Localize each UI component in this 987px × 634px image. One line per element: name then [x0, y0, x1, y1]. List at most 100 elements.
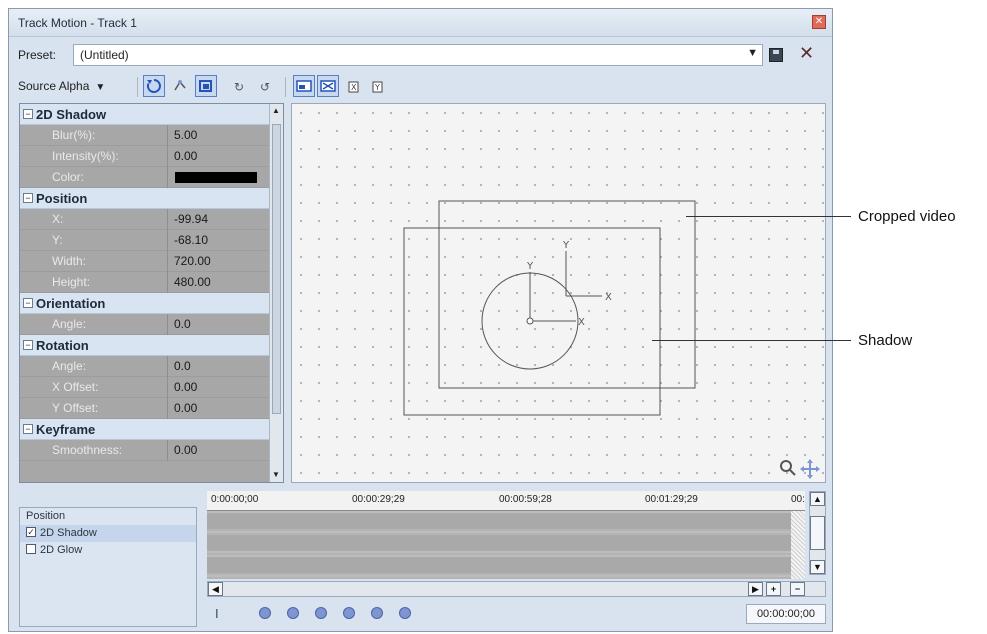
- pan-icon[interactable]: [800, 459, 820, 479]
- zoom-in-icon[interactable]: +: [766, 582, 781, 596]
- scale-about-center-button[interactable]: [317, 75, 339, 97]
- collapse-icon[interactable]: −: [23, 109, 33, 119]
- collapse-icon[interactable]: −: [23, 340, 33, 350]
- keyframe-lane[interactable]: [207, 557, 792, 573]
- color-value[interactable]: [167, 167, 272, 188]
- scroll-up-icon[interactable]: ▲: [810, 492, 825, 506]
- zoom-out-icon[interactable]: −: [790, 582, 805, 596]
- property-row[interactable]: Smoothness: 0.00: [20, 440, 283, 461]
- keyframe-controls: I 00:00:00;00: [207, 601, 826, 625]
- preset-dropdown[interactable]: (Untitled) ▼: [73, 44, 763, 66]
- toolbar: Source Alpha ▼ ↻ ↺ X Y: [9, 71, 832, 101]
- width-value[interactable]: 720.00: [167, 251, 272, 272]
- cropped-video-frame[interactable]: [438, 200, 696, 389]
- blur-value[interactable]: 5.00: [167, 125, 272, 146]
- keyframe-lane[interactable]: [207, 513, 792, 529]
- track-item-position[interactable]: Position: [20, 508, 196, 525]
- svg-text:Y: Y: [374, 83, 380, 92]
- chevron-down-icon[interactable]: ▼: [747, 47, 758, 59]
- scroll-down-icon[interactable]: ▼: [810, 560, 825, 574]
- rotate-mode-button[interactable]: [143, 75, 165, 97]
- axis-x-label-inner: X: [578, 317, 585, 328]
- preset-value: (Untitled): [80, 48, 129, 62]
- group-2d-shadow[interactable]: −2D Shadow: [20, 104, 283, 125]
- group-header-label: Position: [36, 191, 88, 206]
- collapse-icon[interactable]: −: [23, 298, 33, 308]
- x-offset-value[interactable]: 0.00: [167, 377, 272, 398]
- motion-canvas[interactable]: Y X Y X: [291, 103, 826, 483]
- property-row[interactable]: Y: -68.10: [20, 230, 283, 251]
- property-row[interactable]: Intensity(%): 0.00: [20, 146, 283, 167]
- anchor-point[interactable]: [526, 317, 534, 325]
- y-offset-value[interactable]: 0.00: [167, 398, 272, 419]
- property-label: Height:: [52, 275, 91, 289]
- rotation-angle-value[interactable]: 0.0: [167, 356, 272, 377]
- scroll-down-icon[interactable]: ▼: [272, 470, 280, 479]
- track-checkbox[interactable]: ✓: [26, 527, 36, 538]
- time-ruler[interactable]: 0:00:00;00 00:00:29;29 00:00:59;28 00:01…: [207, 491, 805, 511]
- sync-cursor-icon[interactable]: I: [215, 606, 219, 621]
- zoom-icon[interactable]: [780, 460, 796, 476]
- track-item-2d-shadow[interactable]: ✓ 2D Shadow: [20, 525, 196, 542]
- y-value[interactable]: -68.10: [167, 230, 272, 251]
- prevent-movement-y-button[interactable]: Y: [367, 75, 389, 97]
- previous-keyframe-button[interactable]: [287, 607, 299, 619]
- property-row[interactable]: Height: 480.00: [20, 272, 283, 293]
- scroll-left-icon[interactable]: ◀: [208, 582, 223, 596]
- group-rotation[interactable]: − Rotation: [20, 335, 283, 356]
- property-row[interactable]: Color:: [20, 167, 283, 188]
- save-preset-icon[interactable]: [769, 48, 783, 62]
- group-header-label: Orientation: [36, 296, 106, 311]
- track-checkbox[interactable]: [26, 544, 36, 555]
- callout-shadow: Shadow: [858, 332, 913, 349]
- property-row[interactable]: Angle: 0.0: [20, 356, 283, 377]
- timecode-display[interactable]: 00:00:00;00: [746, 604, 826, 624]
- x-value[interactable]: -99.94: [167, 209, 272, 230]
- collapse-icon[interactable]: −: [23, 193, 33, 203]
- keyframe-lane[interactable]: [207, 535, 792, 551]
- property-row[interactable]: Angle: 0.0: [20, 314, 283, 335]
- group-header-label: 2D Shadow: [36, 107, 107, 122]
- keyframe-lanes[interactable]: [207, 511, 805, 579]
- collapse-icon[interactable]: −: [23, 424, 33, 434]
- move-mode-button[interactable]: [169, 75, 191, 97]
- edit-in-object-space-button[interactable]: [195, 75, 217, 97]
- group-position[interactable]: − Position: [20, 188, 283, 209]
- track-label: 2D Glow: [40, 544, 83, 556]
- property-label: Width:: [52, 254, 87, 268]
- last-keyframe-button[interactable]: [399, 607, 411, 619]
- track-item-2d-glow[interactable]: 2D Glow: [20, 542, 196, 559]
- first-keyframe-button[interactable]: [259, 607, 271, 619]
- scroll-thumb[interactable]: [272, 124, 281, 414]
- prevent-x-button[interactable]: ↻: [229, 75, 251, 97]
- next-keyframe-button[interactable]: [371, 607, 383, 619]
- orientation-angle-value[interactable]: 0.0: [167, 314, 272, 335]
- color-swatch[interactable]: [175, 172, 257, 184]
- prevent-y-button[interactable]: ↺: [255, 75, 277, 97]
- height-value[interactable]: 480.00: [167, 272, 272, 293]
- prevent-movement-x-button[interactable]: X: [343, 75, 365, 97]
- scroll-thumb[interactable]: [810, 516, 825, 550]
- intensity-value[interactable]: 0.00: [167, 146, 272, 167]
- close-icon[interactable]: ✕: [812, 15, 826, 29]
- delete-keyframe-button[interactable]: [343, 607, 355, 619]
- create-keyframe-button[interactable]: [315, 607, 327, 619]
- property-row[interactable]: Width: 720.00: [20, 251, 283, 272]
- source-alpha-dropdown[interactable]: Source Alpha ▼: [18, 79, 105, 93]
- smoothness-value[interactable]: 0.00: [167, 440, 272, 461]
- property-row[interactable]: Y Offset: 0.00: [20, 398, 283, 419]
- property-row[interactable]: X Offset: 0.00: [20, 377, 283, 398]
- move-icon: [174, 80, 186, 91]
- delete-preset-icon[interactable]: ✕: [799, 43, 814, 64]
- group-orientation[interactable]: − Orientation: [20, 293, 283, 314]
- scroll-right-icon[interactable]: ▶: [748, 582, 763, 596]
- properties-scrollbar[interactable]: ▲ ▼: [269, 104, 283, 482]
- property-row[interactable]: Blur(%): 5.00: [20, 125, 283, 146]
- scroll-up-icon[interactable]: ▲: [272, 106, 280, 115]
- svg-text:↻: ↻: [234, 80, 244, 94]
- lock-aspect-button[interactable]: [293, 75, 315, 97]
- group-keyframe[interactable]: − Keyframe: [20, 419, 283, 440]
- property-row[interactable]: X: -99.94: [20, 209, 283, 230]
- timeline-vertical-scrollbar[interactable]: ▲ ▼: [809, 491, 826, 575]
- timeline-horizontal-scrollbar[interactable]: ◀ ▶ + −: [207, 581, 826, 597]
